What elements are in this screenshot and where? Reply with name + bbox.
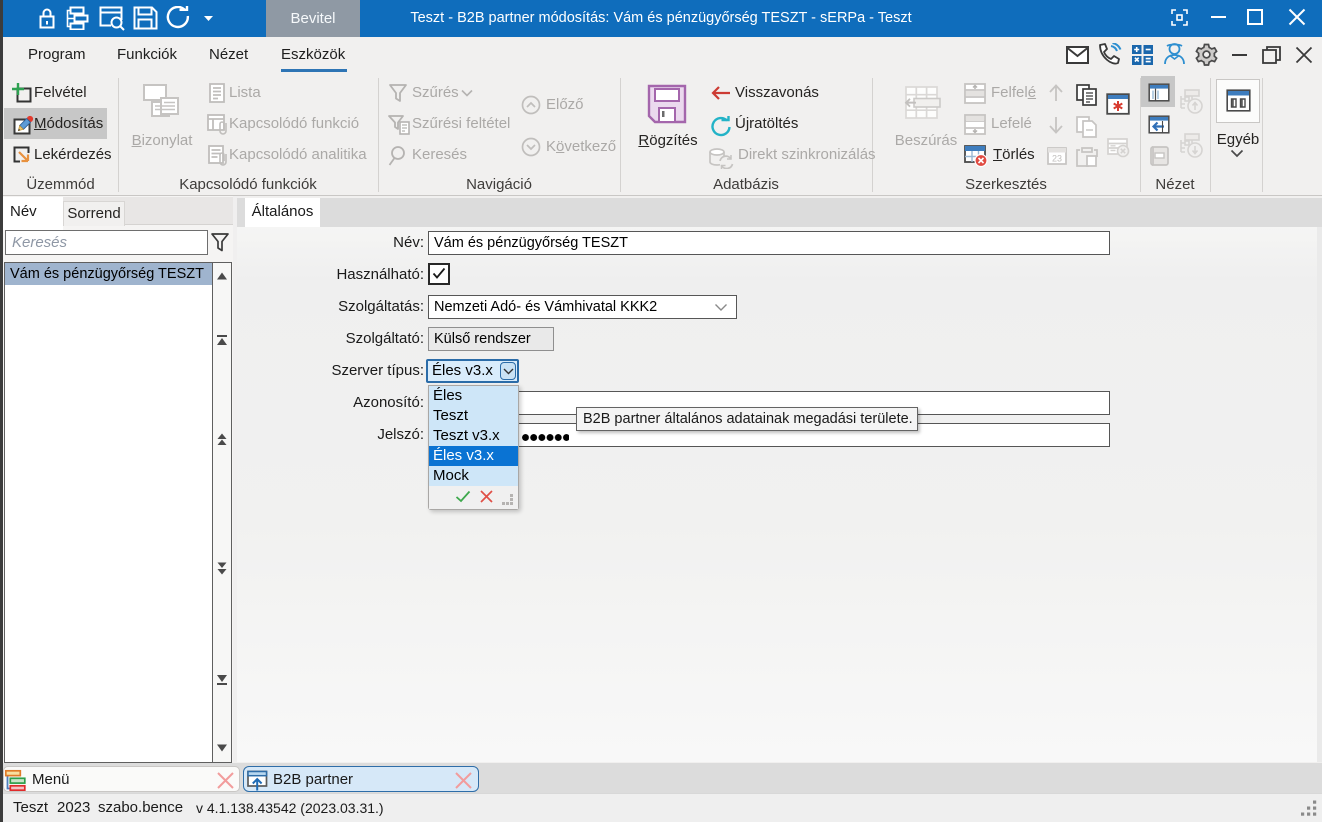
- svg-text:23: 23: [1052, 154, 1062, 164]
